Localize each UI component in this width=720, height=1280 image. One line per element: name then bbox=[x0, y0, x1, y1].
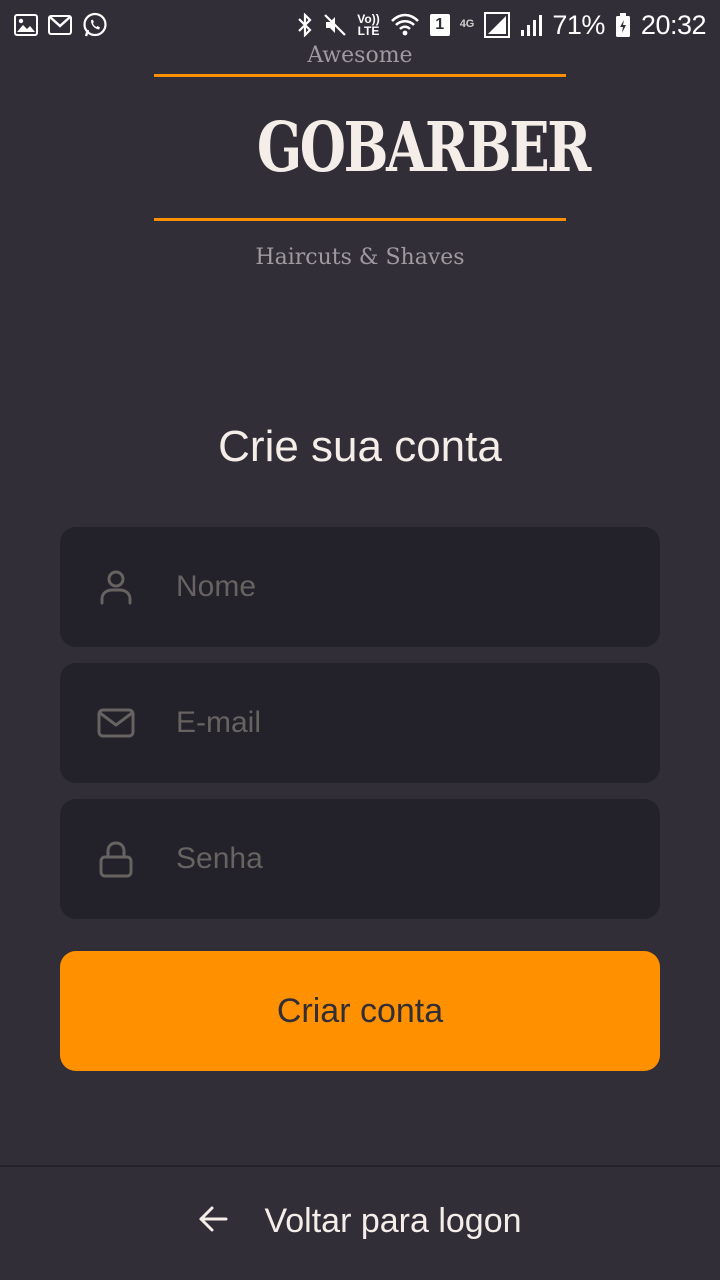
signal-icon bbox=[520, 13, 543, 37]
clock: 20:32 bbox=[640, 9, 707, 40]
arrow-left-icon bbox=[198, 1205, 228, 1238]
email-input[interactable] bbox=[176, 693, 636, 753]
logo-brand: GOBARBER bbox=[256, 107, 592, 188]
network-type: 4G bbox=[459, 17, 475, 30]
notification-icons bbox=[14, 12, 108, 38]
mute-icon bbox=[323, 13, 347, 37]
email-field[interactable] bbox=[60, 663, 660, 783]
name-field[interactable] bbox=[60, 527, 660, 647]
password-input[interactable] bbox=[176, 829, 636, 889]
bluetooth-icon bbox=[297, 13, 313, 37]
logo-bottom-line bbox=[154, 218, 566, 221]
gmail-icon bbox=[48, 15, 72, 35]
battery-percent: 71% bbox=[552, 9, 605, 40]
logo-brand-row: GOBARBER bbox=[154, 77, 592, 218]
logo-top-text: Awesome bbox=[307, 43, 413, 68]
battery-icon bbox=[615, 12, 631, 38]
page-title: Crie sua conta bbox=[218, 422, 502, 471]
lock-icon bbox=[96, 840, 136, 878]
signal-box-icon bbox=[484, 12, 511, 38]
sim-badge: 1 bbox=[429, 14, 450, 36]
whatsapp-icon bbox=[82, 12, 108, 38]
volte-indicator: Vo)) LTE bbox=[357, 12, 380, 38]
system-icons: Vo)) LTE 1 4G 71% 20:32 bbox=[297, 9, 707, 41]
mail-icon bbox=[96, 708, 136, 738]
create-account-button[interactable]: Criar conta bbox=[60, 951, 660, 1071]
gallery-icon bbox=[14, 14, 38, 36]
logo-tagline: Haircuts & Shaves bbox=[255, 245, 465, 270]
name-input[interactable] bbox=[176, 557, 636, 617]
password-field[interactable] bbox=[60, 799, 660, 919]
back-to-logon-link[interactable]: Voltar para logon bbox=[0, 1165, 720, 1280]
wifi-icon bbox=[390, 13, 420, 37]
back-to-logon-label: Voltar para logon bbox=[264, 1202, 522, 1240]
gobarber-logo: Awesome GOBARBER Haircuts & Shaves bbox=[154, 40, 592, 270]
user-icon bbox=[96, 569, 136, 605]
